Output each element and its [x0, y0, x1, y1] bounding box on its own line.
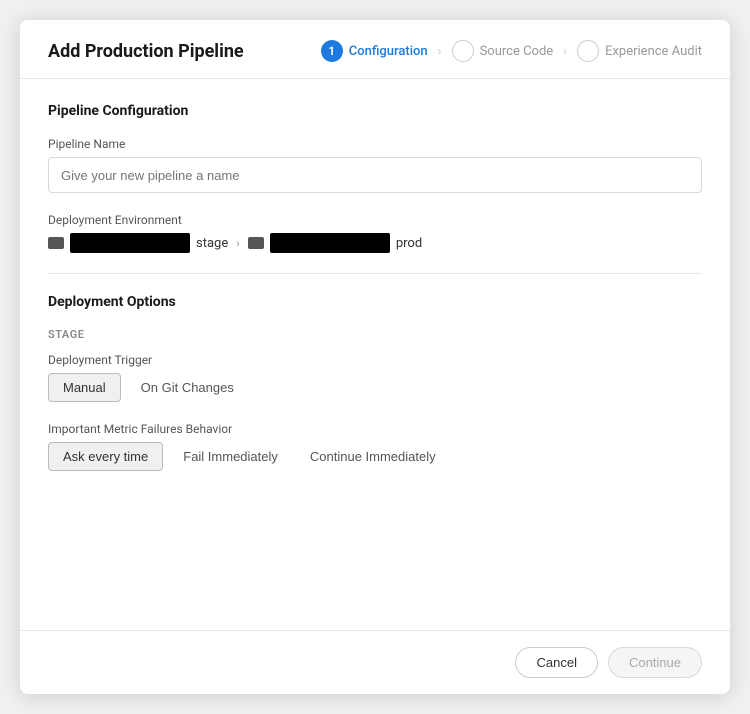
trigger-git-changes-button[interactable]: On Git Changes [129, 374, 246, 401]
metric-continue-immediately-button[interactable]: Continue Immediately [298, 443, 448, 470]
env-stage-block: stage [48, 233, 228, 253]
env-prod-icon [248, 237, 264, 249]
env-stage-icon [48, 237, 64, 249]
metric-failures-options: Ask every time Fail Immediately Continue… [48, 442, 702, 471]
step-circle-configuration: 1 [321, 40, 343, 62]
deployment-env-field-group: Deployment Environment stage › prod [48, 213, 702, 253]
modal-title: Add Production Pipeline [48, 41, 244, 62]
deployment-trigger-options: Manual On Git Changes [48, 373, 702, 402]
step-circle-experience-audit [577, 40, 599, 62]
metric-failures-group: Important Metric Failures Behavior Ask e… [48, 422, 702, 471]
pipeline-name-field-group: Pipeline Name [48, 137, 702, 193]
deployment-env-label: Deployment Environment [48, 213, 702, 227]
modal-header: Add Production Pipeline 1 Configuration … [20, 20, 730, 79]
step-experience-audit[interactable]: Experience Audit [577, 40, 702, 62]
add-production-pipeline-modal: Add Production Pipeline 1 Configuration … [20, 20, 730, 694]
pipeline-name-input[interactable] [48, 157, 702, 193]
step-configuration[interactable]: 1 Configuration [321, 40, 428, 62]
pipeline-config-title: Pipeline Configuration [48, 103, 702, 119]
metric-failures-label: Important Metric Failures Behavior [48, 422, 702, 436]
step-label-configuration: Configuration [349, 44, 428, 59]
step-arrow-2: › [563, 44, 567, 59]
step-circle-source-code [452, 40, 474, 62]
metric-ask-every-time-button[interactable]: Ask every time [48, 442, 163, 471]
env-stage-suffix: stage [196, 236, 228, 251]
step-arrow-1: › [438, 44, 442, 59]
deployment-trigger-label: Deployment Trigger [48, 353, 702, 367]
continue-button[interactable]: Continue [608, 647, 702, 678]
wizard-steps: 1 Configuration › Source Code › Experien… [321, 40, 702, 62]
cancel-button[interactable]: Cancel [515, 647, 597, 678]
step-label-experience-audit: Experience Audit [605, 44, 702, 59]
modal-footer: Cancel Continue [20, 630, 730, 694]
deployment-options-section: Deployment Options STAGE Deployment Trig… [48, 294, 702, 471]
section-divider [48, 273, 702, 274]
env-stage-name-redacted [70, 233, 190, 253]
step-source-code[interactable]: Source Code [452, 40, 554, 62]
pipeline-configuration-section: Pipeline Configuration Pipeline Name Dep… [48, 103, 702, 253]
stage-subsection-label: STAGE [48, 328, 702, 341]
step-label-source-code: Source Code [480, 44, 554, 59]
deployment-trigger-group: Deployment Trigger Manual On Git Changes [48, 353, 702, 402]
env-prod-name-redacted [270, 233, 390, 253]
modal-body: Pipeline Configuration Pipeline Name Dep… [20, 79, 730, 630]
env-chevron: › [236, 236, 240, 250]
deployment-options-title: Deployment Options [48, 294, 702, 310]
trigger-manual-button[interactable]: Manual [48, 373, 121, 402]
deployment-env-row: stage › prod [48, 233, 702, 253]
env-prod-block: prod [248, 233, 422, 253]
metric-fail-immediately-button[interactable]: Fail Immediately [171, 443, 290, 470]
pipeline-name-label: Pipeline Name [48, 137, 702, 151]
env-prod-suffix: prod [396, 236, 422, 251]
